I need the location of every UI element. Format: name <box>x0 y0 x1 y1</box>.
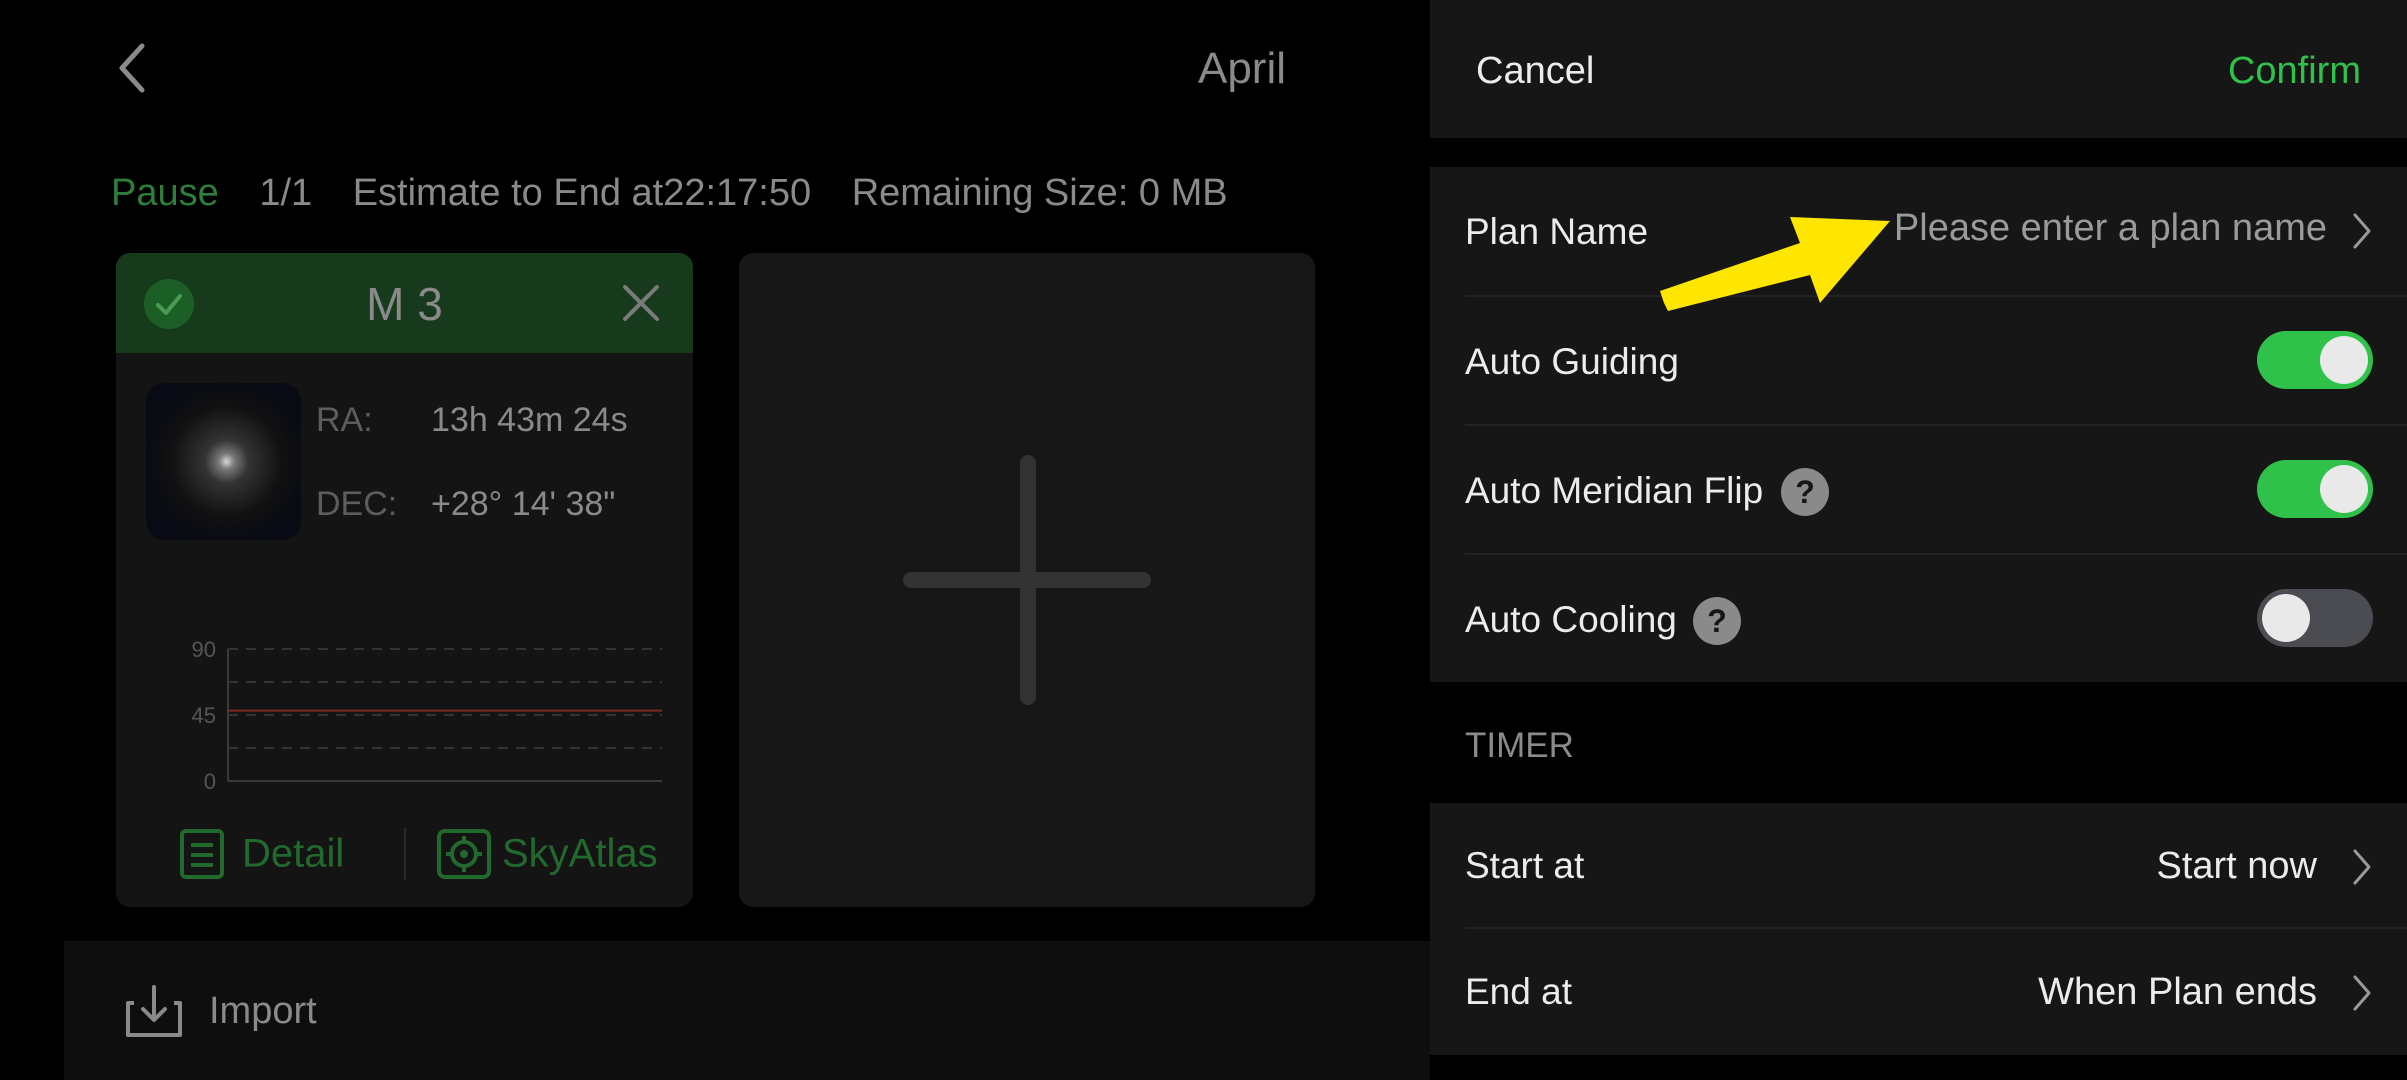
help-icon[interactable]: ? <box>1693 597 1741 645</box>
close-icon[interactable] <box>621 283 661 323</box>
timer-section-title: TIMER <box>1465 726 1574 765</box>
auto-cooling-label: Auto Cooling <box>1465 599 1677 640</box>
dec-label: DEC: <box>316 485 398 523</box>
dec-value: +28° 14' 38" <box>431 485 616 523</box>
footer-divider <box>404 828 406 880</box>
auto-cooling-toggle[interactable] <box>2257 589 2373 647</box>
settings-group: Plan Name Please enter a plan name Auto … <box>1430 167 2407 682</box>
y-tick-label: 0 <box>204 769 216 791</box>
toggle-knob <box>2320 336 2368 384</box>
progress-count: 1/1 <box>259 172 313 214</box>
remaining-size-text: Remaining Size: 0 MB <box>851 172 1228 214</box>
timer-group: Start at Start now End at When Plan ends <box>1430 803 2407 1055</box>
y-tick-label: 45 <box>192 703 216 728</box>
auto-guiding-label: Auto Guiding <box>1465 341 1679 382</box>
target-thumbnail <box>146 383 301 540</box>
plus-icon-bar <box>903 572 1151 588</box>
start-at-value: Start now <box>2156 845 2317 887</box>
confirm-button[interactable]: Confirm <box>2228 50 2361 93</box>
plan-name-input[interactable]: Please enter a plan name <box>1894 207 2327 250</box>
chevron-right-icon <box>2353 213 2371 249</box>
target-crosshair-icon <box>437 829 491 879</box>
back-chevron-icon[interactable] <box>112 40 152 96</box>
auto-guiding-row: Auto Guiding <box>1430 297 2407 424</box>
end-at-row[interactable]: End at When Plan ends <box>1430 929 2407 1055</box>
annotation-arrow-icon <box>1660 217 1890 311</box>
y-tick-label: 90 <box>192 637 216 662</box>
ra-label: RA: <box>316 401 373 439</box>
help-icon[interactable]: ? <box>1781 468 1829 516</box>
x-tick-label: 22:17 <box>632 790 690 791</box>
auto-meridian-label: Auto Meridian Flip <box>1465 470 1764 511</box>
cancel-button[interactable]: Cancel <box>1476 50 1594 93</box>
plan-name-label: Plan Name <box>1465 211 1649 252</box>
toggle-knob <box>2320 465 2368 513</box>
auto-meridian-toggle[interactable] <box>2257 460 2373 518</box>
plan-name-row[interactable]: Plan Name Please enter a plan name <box>1430 167 2407 295</box>
skyatlas-button[interactable]: SkyAtlas <box>436 828 658 880</box>
document-icon <box>180 829 224 879</box>
page-title: April <box>1197 44 1286 93</box>
plan-status-row: Pause 1/1 Estimate to End at22:17:50 Rem… <box>111 172 1258 215</box>
auto-guiding-toggle[interactable] <box>2257 331 2373 389</box>
ra-value: 13h 43m 24s <box>431 401 628 439</box>
x-tick-label: 22:11 <box>192 790 250 791</box>
detail-label: Detail <box>242 831 345 876</box>
import-label[interactable]: Import <box>209 990 317 1033</box>
import-icon <box>126 985 182 1037</box>
end-at-value: When Plan ends <box>2038 971 2317 1013</box>
altitude-chart: 90 45 022:11 22:17 <box>192 637 690 791</box>
target-card[interactable]: M 3 RA: 13h 43m 24s DEC: +28° 14' 38" 90… <box>116 253 693 907</box>
estimate-end-text: Estimate to End at22:17:50 <box>352 172 812 214</box>
start-at-row[interactable]: Start at Start now <box>1430 803 2407 927</box>
chevron-right-icon <box>2353 849 2371 885</box>
plan-settings-panel: Cancel Confirm Plan Name Please enter a … <box>1430 0 2407 1080</box>
plan-overview-panel: April Pause 1/1 Estimate to End at22:17:… <box>0 0 1430 1080</box>
chevron-right-icon <box>2353 975 2371 1011</box>
target-name: M 3 <box>366 278 443 330</box>
toggle-knob <box>2262 594 2310 642</box>
pause-button[interactable]: Pause <box>111 172 219 214</box>
auto-meridian-row: Auto Meridian Flip ? <box>1430 426 2407 553</box>
auto-cooling-row: Auto Cooling ? <box>1430 555 2407 682</box>
start-at-label: Start at <box>1465 845 1585 886</box>
detail-button[interactable]: Detail <box>178 828 344 880</box>
skyatlas-label: SkyAtlas <box>502 831 658 876</box>
end-at-label: End at <box>1465 971 1572 1012</box>
